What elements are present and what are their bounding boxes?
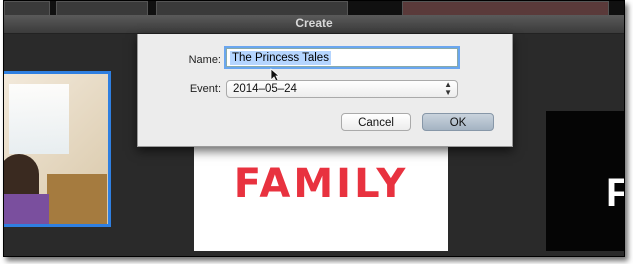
clip-couch — [47, 174, 107, 224]
family-title-text: FAMILY — [233, 161, 409, 207]
dark-clip-letter: F — [606, 171, 624, 216]
dark-clip[interactable]: F — [546, 111, 624, 251]
ok-button[interactable]: OK — [422, 113, 494, 131]
name-input-value: The Princess Tales — [230, 51, 331, 65]
event-select[interactable]: 2014–05–24 ▲ ▼ — [226, 80, 458, 98]
event-select-value: 2014–05–24 — [233, 83, 297, 95]
top-thumbnail[interactable] — [402, 1, 609, 16]
event-label: Event: — [189, 83, 221, 95]
title-bar: Create — [4, 15, 624, 34]
selected-clip[interactable] — [4, 71, 111, 227]
app-window: Create FAMILY F Name: The Princess Tales… — [3, 0, 625, 257]
window-title: Create — [295, 16, 333, 30]
clip-person-dress — [4, 194, 49, 224]
up-down-arrows-icon: ▲ ▼ — [444, 80, 452, 97]
top-thumbnail[interactable] — [56, 1, 148, 16]
clip-window-light — [9, 84, 69, 154]
cancel-button[interactable]: Cancel — [341, 113, 411, 131]
name-label: Name: — [188, 54, 221, 66]
top-thumbnail[interactable] — [156, 1, 348, 16]
top-thumbnail[interactable] — [4, 1, 50, 16]
create-dialog: Name: The Princess Tales Event: 2014–05–… — [137, 34, 513, 147]
name-input[interactable]: The Princess Tales — [224, 46, 460, 69]
